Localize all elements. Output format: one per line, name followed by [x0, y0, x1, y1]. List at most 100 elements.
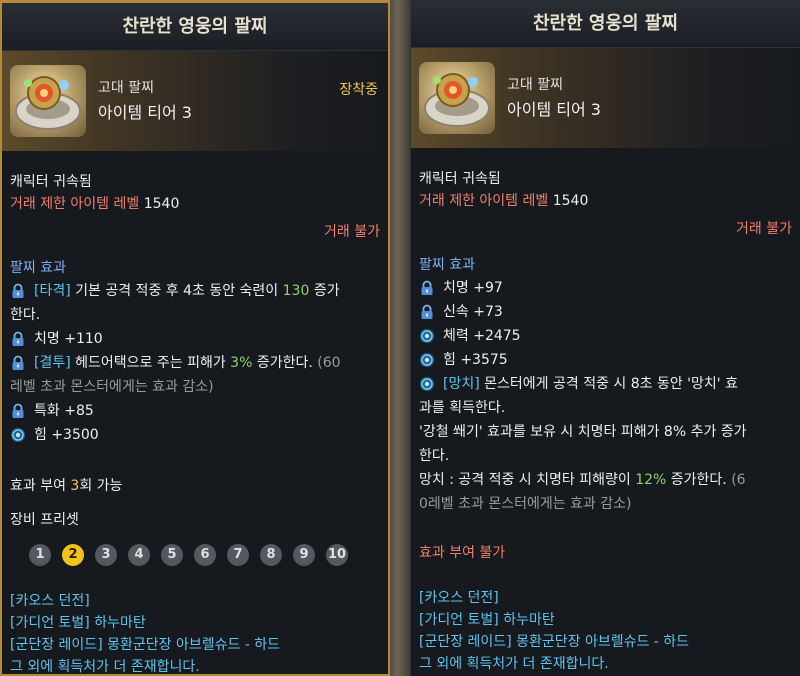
trade-restrict-label: 거래 제한 아이템 레벨 [419, 193, 549, 209]
preset-button-5[interactable]: 5 [161, 544, 183, 566]
trade-restrict-value: 1540 [143, 196, 180, 212]
source-3: [군단장 레이드] 몽환군단장 아브렐슈드 - 하드 [10, 637, 281, 653]
effect-text: 특화 +85 [34, 403, 94, 419]
item-tier: 아이템 티어 3 [507, 100, 601, 119]
lock-icon [10, 355, 26, 371]
effect-row-1: 치명 +97 [419, 276, 792, 300]
trade-restrict-value: 1540 [552, 193, 589, 209]
item-header: 고대 팔찌 아이템 티어 3 [411, 48, 800, 148]
tooltip-left: 찬란한 영웅의 팔찌 고대 팔찌 아이템 티어 3 장착중 캐릭터 귀속됨 거래… [0, 0, 390, 676]
source-2: [가디언 토벌] 하누마탄 [419, 612, 555, 628]
stat-gem-icon [419, 352, 435, 368]
item-tier: 아이템 티어 3 [98, 103, 192, 122]
preset-button-9[interactable]: 9 [293, 544, 315, 566]
effects-header: 팔찌 효과 [10, 260, 66, 276]
preset-button-10[interactable]: 10 [326, 544, 348, 566]
background-strip [388, 0, 412, 676]
effect-row-2: 신속 +73 [419, 300, 792, 324]
preset-button-4[interactable]: 4 [128, 544, 150, 566]
effect-text: 치명 +110 [34, 331, 103, 347]
effect-tag: [타격] [34, 283, 71, 299]
effect-row-5: [망치] 몬스터에게 공격 적중 시 8초 동안 '망치' 효 [419, 372, 792, 396]
effect-row-5-cont-2: '강철 쐐기' 효과를 보유 시 치명타 피해가 8% 추가 증가 [419, 424, 747, 440]
effect-row-5-cont-1: 과를 획득한다. [419, 400, 506, 416]
effect-text: 신속 +73 [443, 304, 503, 320]
effect-value: 130 [282, 283, 310, 299]
effect-row-5-cont-5: 0레벨 초과 몬스터에게는 효과 감소) [419, 496, 632, 512]
source-3: [군단장 레이드] 몽환군단장 아브렐슈드 - 하드 [419, 634, 690, 650]
effect-row-4: 힘 +3575 [419, 348, 792, 372]
item-grade: 고대 팔찌 [507, 77, 563, 93]
preset-button-7[interactable]: 7 [227, 544, 249, 566]
effect-row-1: [타격] 기본 공격 적중 후 4초 동안 숙련이 130 증가 [10, 279, 380, 303]
effect-row-3: 체력 +2475 [419, 324, 792, 348]
stat-gem-icon [419, 328, 435, 344]
preset-button-2[interactable]: 2 [62, 544, 84, 566]
stat-gem-icon [10, 427, 26, 443]
effect-text: 망치 : 공격 적중 시 치명타 피해량이 [419, 472, 636, 488]
effects-header: 팔찌 효과 [419, 257, 475, 273]
grant-count: 효과 부여 3회 가능 [10, 475, 380, 497]
effect-text: 증가 [309, 283, 340, 299]
preset-button-1[interactable]: 1 [29, 544, 51, 566]
trade-restrict-label: 거래 제한 아이템 레벨 [10, 196, 140, 212]
effect-row-5-cont-4: 망치 : 공격 적중 시 치명타 피해량이 12% 증가한다. (6 [419, 468, 792, 492]
effect-text: 체력 +2475 [443, 328, 521, 344]
effect-value: 3% [230, 355, 253, 371]
effect-text: 증가한다. [252, 355, 318, 371]
grant-number: 3 [70, 478, 80, 494]
effect-note: (6 [731, 472, 746, 488]
bracelet-item-icon [419, 62, 495, 134]
item-header: 고대 팔찌 아이템 티어 3 장착중 [2, 51, 388, 151]
source-2: [가디언 토벌] 하누마탄 [10, 615, 146, 631]
effect-row-5-cont-3: 한다. [419, 448, 450, 464]
effect-row-3-cont: 레벨 초과 몬스터에게는 효과 감소) [10, 379, 214, 395]
effect-text: 증가한다. [666, 472, 732, 488]
trade-status: 거래 불가 [736, 221, 792, 237]
equipped-badge: 장착중 [339, 82, 378, 98]
lock-icon [10, 331, 26, 347]
effect-row-2: 치명 +110 [10, 327, 380, 351]
grant-label: 효과 부여 [10, 478, 71, 494]
item-title: 찬란한 영웅의 팔찌 [2, 3, 388, 51]
source-1: [카오스 던전] [10, 593, 90, 609]
lock-icon [10, 283, 26, 299]
item-title: 찬란한 영웅의 팔찌 [411, 0, 800, 48]
effect-text: 힘 +3500 [34, 427, 99, 443]
effect-row-3: [결투] 헤드어택으로 주는 피해가 3% 증가한다. (60 [10, 351, 380, 375]
effect-text: 힘 +3575 [443, 352, 508, 368]
lock-icon [10, 403, 26, 419]
effect-tag: [망치] [443, 376, 480, 392]
source-1: [카오스 던전] [419, 590, 499, 606]
effect-row-4: 특화 +85 [10, 399, 380, 423]
effect-row-1-cont: 한다. [10, 307, 41, 323]
effect-row-5: 힘 +3500 [10, 423, 380, 447]
stat-gem-icon [419, 376, 435, 392]
tooltip-right: 찬란한 영웅의 팔찌 고대 팔찌 아이템 티어 3 캐릭터 귀속됨 거래 제한 … [410, 0, 800, 676]
trade-status: 거래 불가 [324, 224, 380, 240]
bound-text: 캐릭터 귀속됨 [10, 174, 92, 190]
effect-tag: [결투] [34, 355, 71, 371]
bracelet-item-icon [10, 65, 86, 137]
source-4: 그 외에 획득처가 더 존재합니다. [10, 659, 200, 675]
preset-label: 장비 프리셋 [10, 512, 79, 528]
lock-icon [419, 280, 435, 296]
source-4: 그 외에 획득처가 더 존재합니다. [419, 656, 609, 672]
effect-value: 12% [635, 472, 667, 488]
effect-text: 몬스터에게 공격 적중 시 8초 동안 '망치' 효 [479, 376, 738, 392]
trade-restrict: 거래 제한 아이템 레벨 1540 [10, 193, 380, 215]
effect-text: 헤드어택으로 주는 피해가 [70, 355, 231, 371]
preset-selector: 1 2 3 4 5 6 7 8 9 10 [29, 544, 348, 566]
effect-note: (60 [317, 355, 341, 371]
grant-suffix: 회 가능 [79, 478, 123, 494]
preset-button-8[interactable]: 8 [260, 544, 282, 566]
item-grade: 고대 팔찌 [98, 80, 154, 96]
grant-unavailable: 효과 부여 불가 [419, 545, 506, 561]
lock-icon [419, 304, 435, 320]
trade-restrict: 거래 제한 아이템 레벨 1540 [419, 190, 792, 212]
preset-button-3[interactable]: 3 [95, 544, 117, 566]
bound-text: 캐릭터 귀속됨 [419, 171, 501, 187]
preset-button-6[interactable]: 6 [194, 544, 216, 566]
effect-text: 기본 공격 적중 후 4초 동안 숙련이 [70, 283, 283, 299]
effect-text: 치명 +97 [443, 280, 503, 296]
